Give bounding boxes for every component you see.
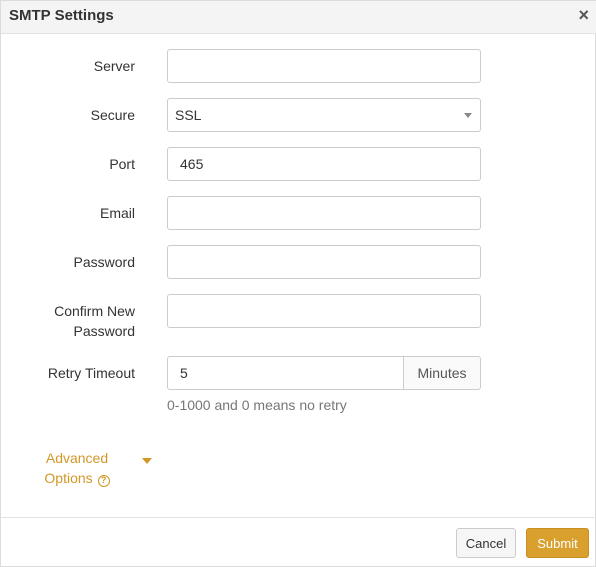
caret-down-icon xyxy=(464,113,472,118)
secure-label: Secure xyxy=(90,107,135,123)
smtp-settings-dialog: SMTP Settings × Server Secure SSL Port E… xyxy=(0,0,596,567)
retry-timeout-label: Retry Timeout xyxy=(47,365,135,381)
email-input[interactable] xyxy=(167,196,481,230)
port-input[interactable] xyxy=(167,147,481,181)
footer-divider xyxy=(1,517,596,518)
secure-select[interactable]: SSL xyxy=(167,98,481,132)
advanced-options-label-line2: Options ? xyxy=(37,468,117,488)
retry-timeout-unit: Minutes xyxy=(403,356,481,390)
secure-selected-value: SSL xyxy=(175,107,202,123)
server-label: Server xyxy=(93,58,135,74)
confirm-password-label: Confirm New Password xyxy=(54,301,135,341)
question-circle-icon[interactable]: ? xyxy=(97,475,110,487)
password-input[interactable] xyxy=(167,245,481,279)
caret-down-icon[interactable] xyxy=(142,458,152,464)
confirm-password-label-line2: Password xyxy=(73,323,135,339)
password-label: Password xyxy=(73,254,135,270)
retry-timeout-input[interactable] xyxy=(167,356,404,390)
confirm-password-label-line1: Confirm New xyxy=(54,303,135,319)
dialog-title: SMTP Settings xyxy=(9,7,114,24)
retry-timeout-help: 0-1000 and 0 means no retry xyxy=(167,397,347,413)
server-input[interactable] xyxy=(167,49,481,83)
close-icon[interactable]: × xyxy=(578,5,589,25)
port-label: Port xyxy=(109,156,135,172)
cancel-button[interactable]: Cancel xyxy=(456,528,516,558)
advanced-options-label-line1: Advanced xyxy=(45,450,109,466)
email-label: Email xyxy=(99,205,135,221)
advanced-options-toggle[interactable]: Advanced Options ? xyxy=(37,448,117,488)
confirm-password-input[interactable] xyxy=(167,294,481,328)
submit-button[interactable]: Submit xyxy=(526,528,589,558)
advanced-options-label-text: Options xyxy=(44,470,93,486)
dialog-header: SMTP Settings × xyxy=(1,1,596,34)
